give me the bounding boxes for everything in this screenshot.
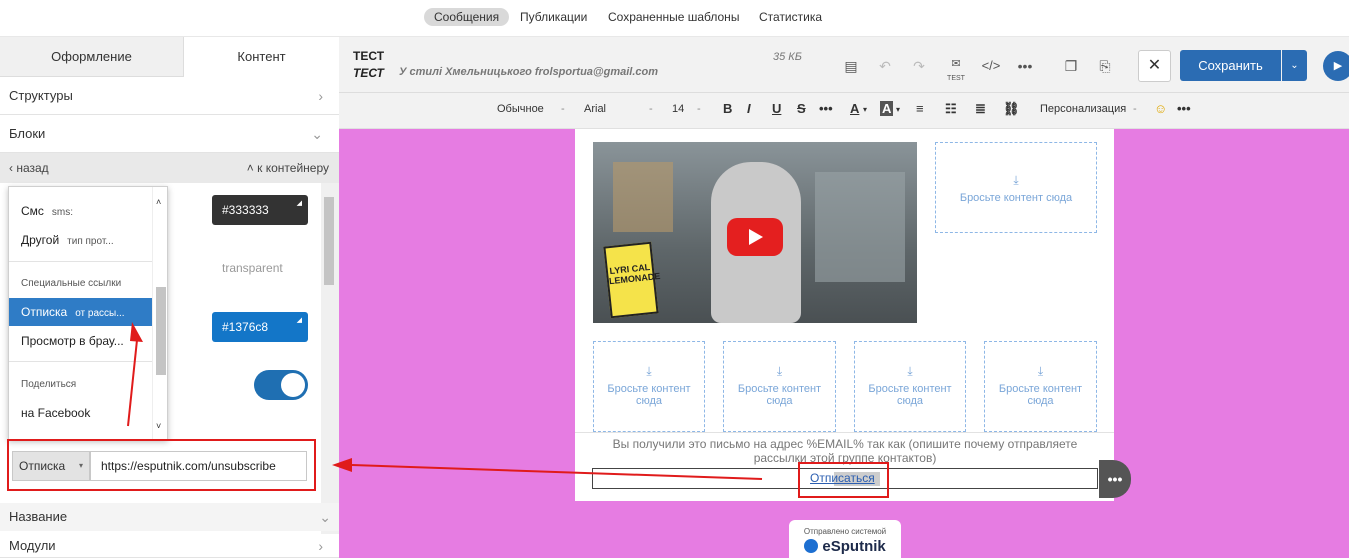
arrow-line: [127, 339, 138, 427]
annotation-arrows: [127, 322, 763, 480]
arrow-line: [351, 464, 763, 480]
arrowhead-icon: [130, 322, 143, 342]
arrowhead-icon: [332, 458, 352, 472]
